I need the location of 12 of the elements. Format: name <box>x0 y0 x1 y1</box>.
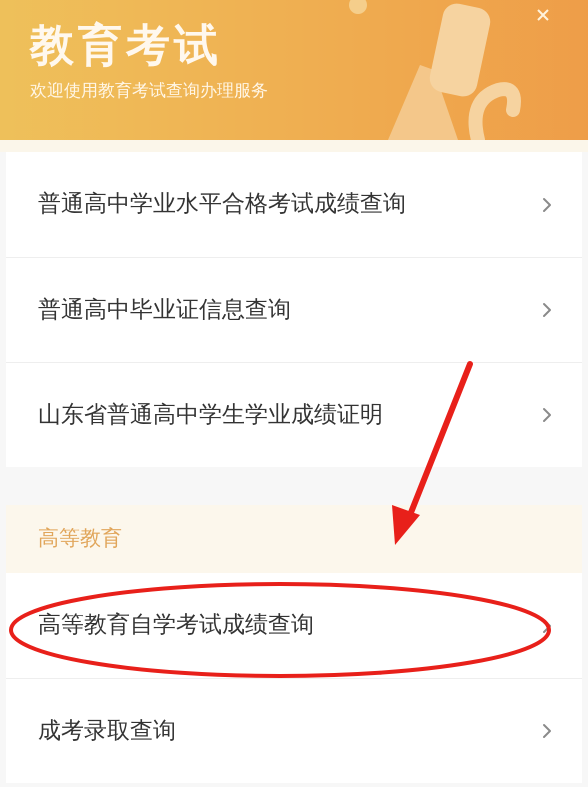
banner-subtitle: 欢迎使用教育考试查询办理服务 <box>30 80 269 103</box>
list-item[interactable]: 普通高中学业水平合格考试成绩查询 <box>6 152 582 257</box>
banner-title: 教育考试 <box>30 19 223 73</box>
list-item[interactable]: 普通高中毕业证信息查询 <box>6 257 582 362</box>
chevron-right-icon <box>542 196 552 212</box>
chevron-right-icon <box>542 302 552 318</box>
chevron-right-icon <box>542 407 552 423</box>
chevron-right-icon <box>542 723 552 739</box>
list-item[interactable]: 山东省普通高中学生学业成绩证明 <box>6 362 582 467</box>
list-item[interactable]: 高等教育自学考试成绩查询 <box>6 573 582 678</box>
section-header: 高等教育 <box>6 505 582 573</box>
list-item[interactable]: 成考录取查询 <box>6 678 582 783</box>
